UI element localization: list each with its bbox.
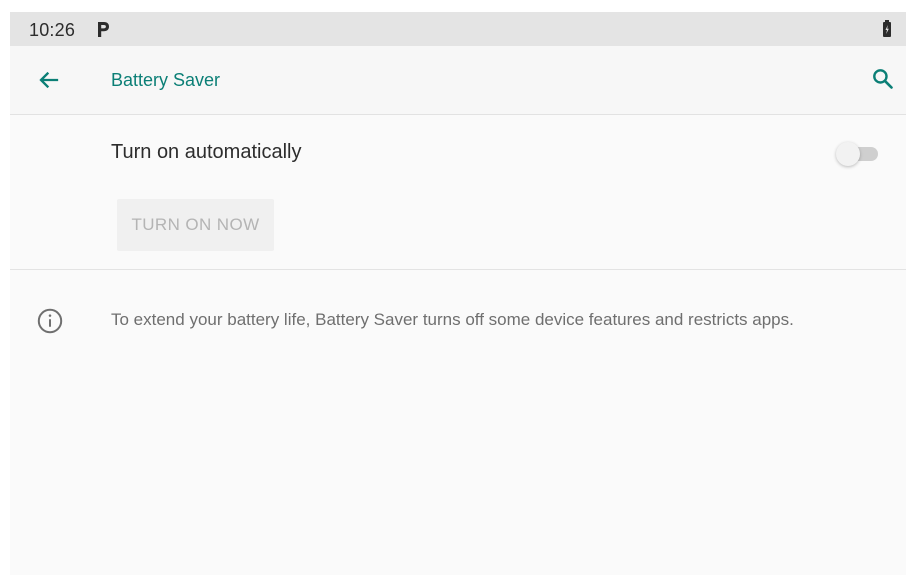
turn-on-now-button[interactable]: TURN ON NOW xyxy=(117,199,274,251)
turn-on-automatically-label: Turn on automatically xyxy=(111,141,302,163)
battery-saver-settings: Turn on automatically TURN ON NOW xyxy=(10,115,906,269)
info-icon xyxy=(37,308,63,334)
battery-saver-screen: 10:26 Battery Saver Turn on automaticall… xyxy=(10,12,906,575)
top-app-bar: Battery Saver xyxy=(10,46,906,115)
toggle-thumb xyxy=(836,142,860,166)
search-button[interactable] xyxy=(863,59,903,99)
back-button[interactable] xyxy=(28,60,68,100)
battery-icon xyxy=(882,20,892,38)
status-bar: 10:26 xyxy=(10,12,906,46)
status-time: 10:26 xyxy=(29,20,76,40)
page-title: Battery Saver xyxy=(111,70,221,90)
search-icon xyxy=(873,69,893,89)
battery-saver-info-section: To extend your battery life, Battery Sav… xyxy=(10,270,906,575)
device-frame: 10:26 Battery Saver Turn on automaticall… xyxy=(0,0,906,575)
turn-on-automatically-toggle[interactable] xyxy=(836,141,878,167)
battery-saver-description: To extend your battery life, Battery Sav… xyxy=(111,310,794,329)
parking-icon xyxy=(95,19,111,39)
back-arrow-icon xyxy=(39,71,59,89)
